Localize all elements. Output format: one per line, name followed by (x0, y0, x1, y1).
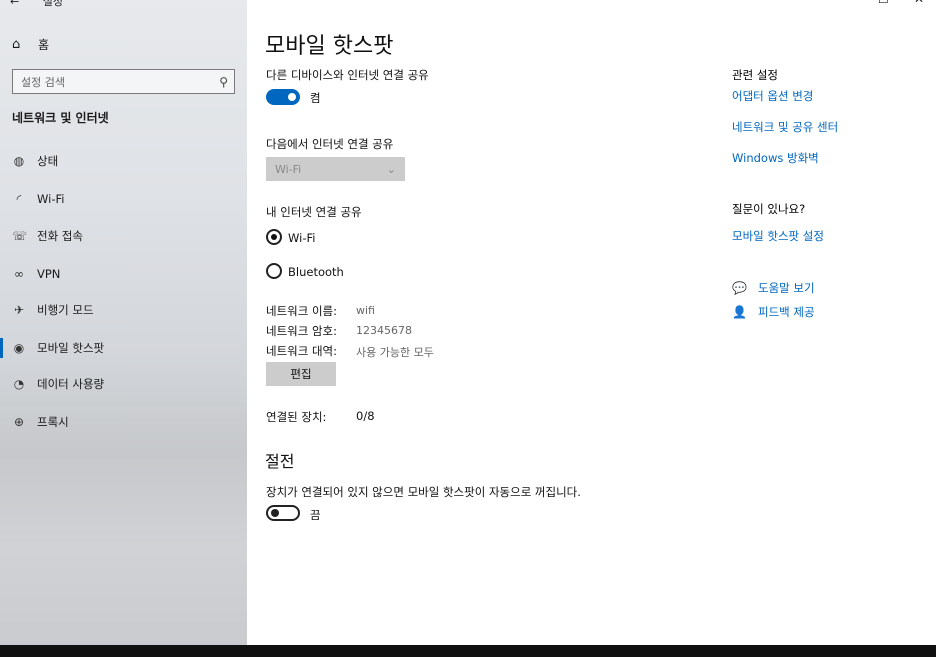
sidebar-item-vpn[interactable]: ∞ VPN (12, 264, 60, 284)
share-toggle[interactable] (266, 89, 300, 105)
feedback-label[interactable]: 피드백 제공 (758, 304, 815, 320)
share-toggle-state: 켬 (310, 91, 321, 105)
feedback-link[interactable]: 👤 피드백 제공 (732, 304, 815, 320)
share-label: 다른 디바이스와 인터넷 연결 공유 (266, 68, 429, 82)
related-settings-title: 관련 설정 (732, 68, 778, 82)
sidebar-section-title: 네트워크 및 인터넷 (12, 111, 109, 125)
sidebar-item-wifi[interactable]: ◜ Wi-Fi (12, 189, 65, 209)
back-arrow-icon[interactable]: ← (10, 0, 19, 8)
sidebar-item-label: 데이터 사용량 (37, 377, 105, 391)
sidebar-item-hotspot[interactable]: ◉ 모바일 핫스팟 (0, 338, 105, 358)
dialup-icon: ☏ (12, 229, 28, 243)
page-title: 모바일 핫스팟 (265, 34, 394, 59)
network-password-label: 네트워크 암호: (266, 324, 338, 338)
sidebar-item-label: 상태 (37, 154, 59, 168)
power-toggle[interactable] (266, 505, 300, 521)
data-usage-icon: ◔ (13, 377, 25, 391)
sidebar-item-label: 모바일 핫스팟 (37, 341, 105, 355)
sidebar-item-label: VPN (37, 267, 61, 281)
maximize-icon[interactable]: ☐ (878, 0, 889, 6)
power-heading: 절전 (265, 452, 295, 471)
close-icon[interactable]: ✕ (914, 0, 924, 6)
help-icon: 💬 (732, 281, 747, 295)
sidebar-item-data-usage[interactable]: ◔ 데이터 사용량 (12, 374, 104, 394)
radio-wifi[interactable] (266, 229, 282, 245)
share-from-label: 다음에서 인터넷 연결 공유 (266, 137, 394, 151)
sidebar-item-status[interactable]: ◍ 상태 (12, 151, 58, 171)
feedback-icon: 👤 (732, 305, 747, 319)
link-windows-firewall[interactable]: Windows 방화벽 (732, 150, 819, 166)
globe-status-icon: ◍ (13, 154, 25, 168)
network-band-value: 사용 가능한 모두 (356, 346, 434, 359)
sidebar-item-dialup[interactable]: ☏ 전화 접속 (12, 226, 83, 246)
sidebar-item-proxy[interactable]: ⊕ 프록시 (12, 412, 69, 432)
home-icon: ⌂ (12, 37, 21, 52)
search-input[interactable]: 설정 검색 ⚲ (12, 69, 235, 94)
proxy-globe-icon: ⊕ (13, 415, 25, 429)
get-help-link[interactable]: 💬 도움말 보기 (732, 280, 815, 296)
settings-window: ← 설정 ⌂ 홈 설정 검색 ⚲ 네트워크 및 인터넷 ◍ 상태 ◜ Wi-Fi… (0, 0, 936, 645)
taskbar (0, 645, 936, 657)
vpn-icon: ∞ (14, 267, 24, 281)
question-title: 질문이 있나요? (732, 202, 806, 216)
network-name-value: wifi (356, 304, 375, 317)
sidebar-item-label: 전화 접속 (37, 229, 83, 243)
chevron-down-icon: ⌄ (386, 162, 396, 176)
window-title: 설정 (42, 0, 63, 8)
search-placeholder: 설정 검색 (21, 75, 65, 89)
radio-bluetooth-label[interactable]: Bluetooth (288, 265, 344, 279)
airplane-icon: ✈ (13, 303, 25, 317)
sidebar-item-label: Wi-Fi (37, 192, 65, 206)
share-from-dropdown[interactable]: Wi-Fi ⌄ (266, 157, 405, 181)
network-band-label: 네트워크 대역: (266, 344, 338, 358)
share-from-value: Wi-Fi (275, 162, 302, 176)
sidebar: ← 설정 ⌂ 홈 설정 검색 ⚲ 네트워크 및 인터넷 ◍ 상태 ◜ Wi-Fi… (0, 0, 247, 645)
link-network-sharing-center[interactable]: 네트워크 및 공유 센터 (732, 119, 838, 135)
sidebar-item-home[interactable]: ⌂ 홈 (12, 36, 49, 53)
search-icon[interactable]: ⚲ (219, 75, 228, 89)
radio-wifi-label[interactable]: Wi-Fi (288, 231, 315, 245)
network-name-label: 네트워크 이름: (266, 304, 338, 318)
radio-bluetooth[interactable] (266, 263, 282, 279)
power-toggle-state: 끔 (310, 508, 321, 522)
network-password-value: 12345678 (356, 324, 412, 337)
link-adapter-options[interactable]: 어댑터 옵션 변경 (732, 88, 813, 104)
wifi-icon: ◜ (16, 192, 22, 206)
connected-value: 0/8 (356, 409, 375, 423)
titlebar: ← 설정 (10, 0, 63, 9)
edit-button[interactable]: 편집 (266, 362, 336, 386)
get-help-label[interactable]: 도움말 보기 (758, 280, 815, 296)
minimize-icon[interactable]: — (843, 0, 855, 6)
sidebar-item-label: 비행기 모드 (37, 303, 94, 317)
sidebar-item-airplane[interactable]: ✈ 비행기 모드 (12, 300, 94, 320)
share-over-label: 내 인터넷 연결 공유 (266, 205, 362, 219)
connected-label: 연결된 장치: (266, 410, 327, 424)
home-label: 홈 (38, 38, 50, 52)
link-hotspot-settings[interactable]: 모바일 핫스팟 설정 (732, 228, 824, 244)
main-content: — ☐ ✕ 모바일 핫스팟 다른 디바이스와 인터넷 연결 공유 켬 다음에서 … (247, 0, 936, 645)
hotspot-icon: ◉ (13, 341, 25, 355)
power-description: 장치가 연결되어 있지 않으면 모바일 핫스팟이 자동으로 꺼집니다. (266, 485, 581, 499)
sidebar-item-label: 프록시 (37, 415, 69, 429)
